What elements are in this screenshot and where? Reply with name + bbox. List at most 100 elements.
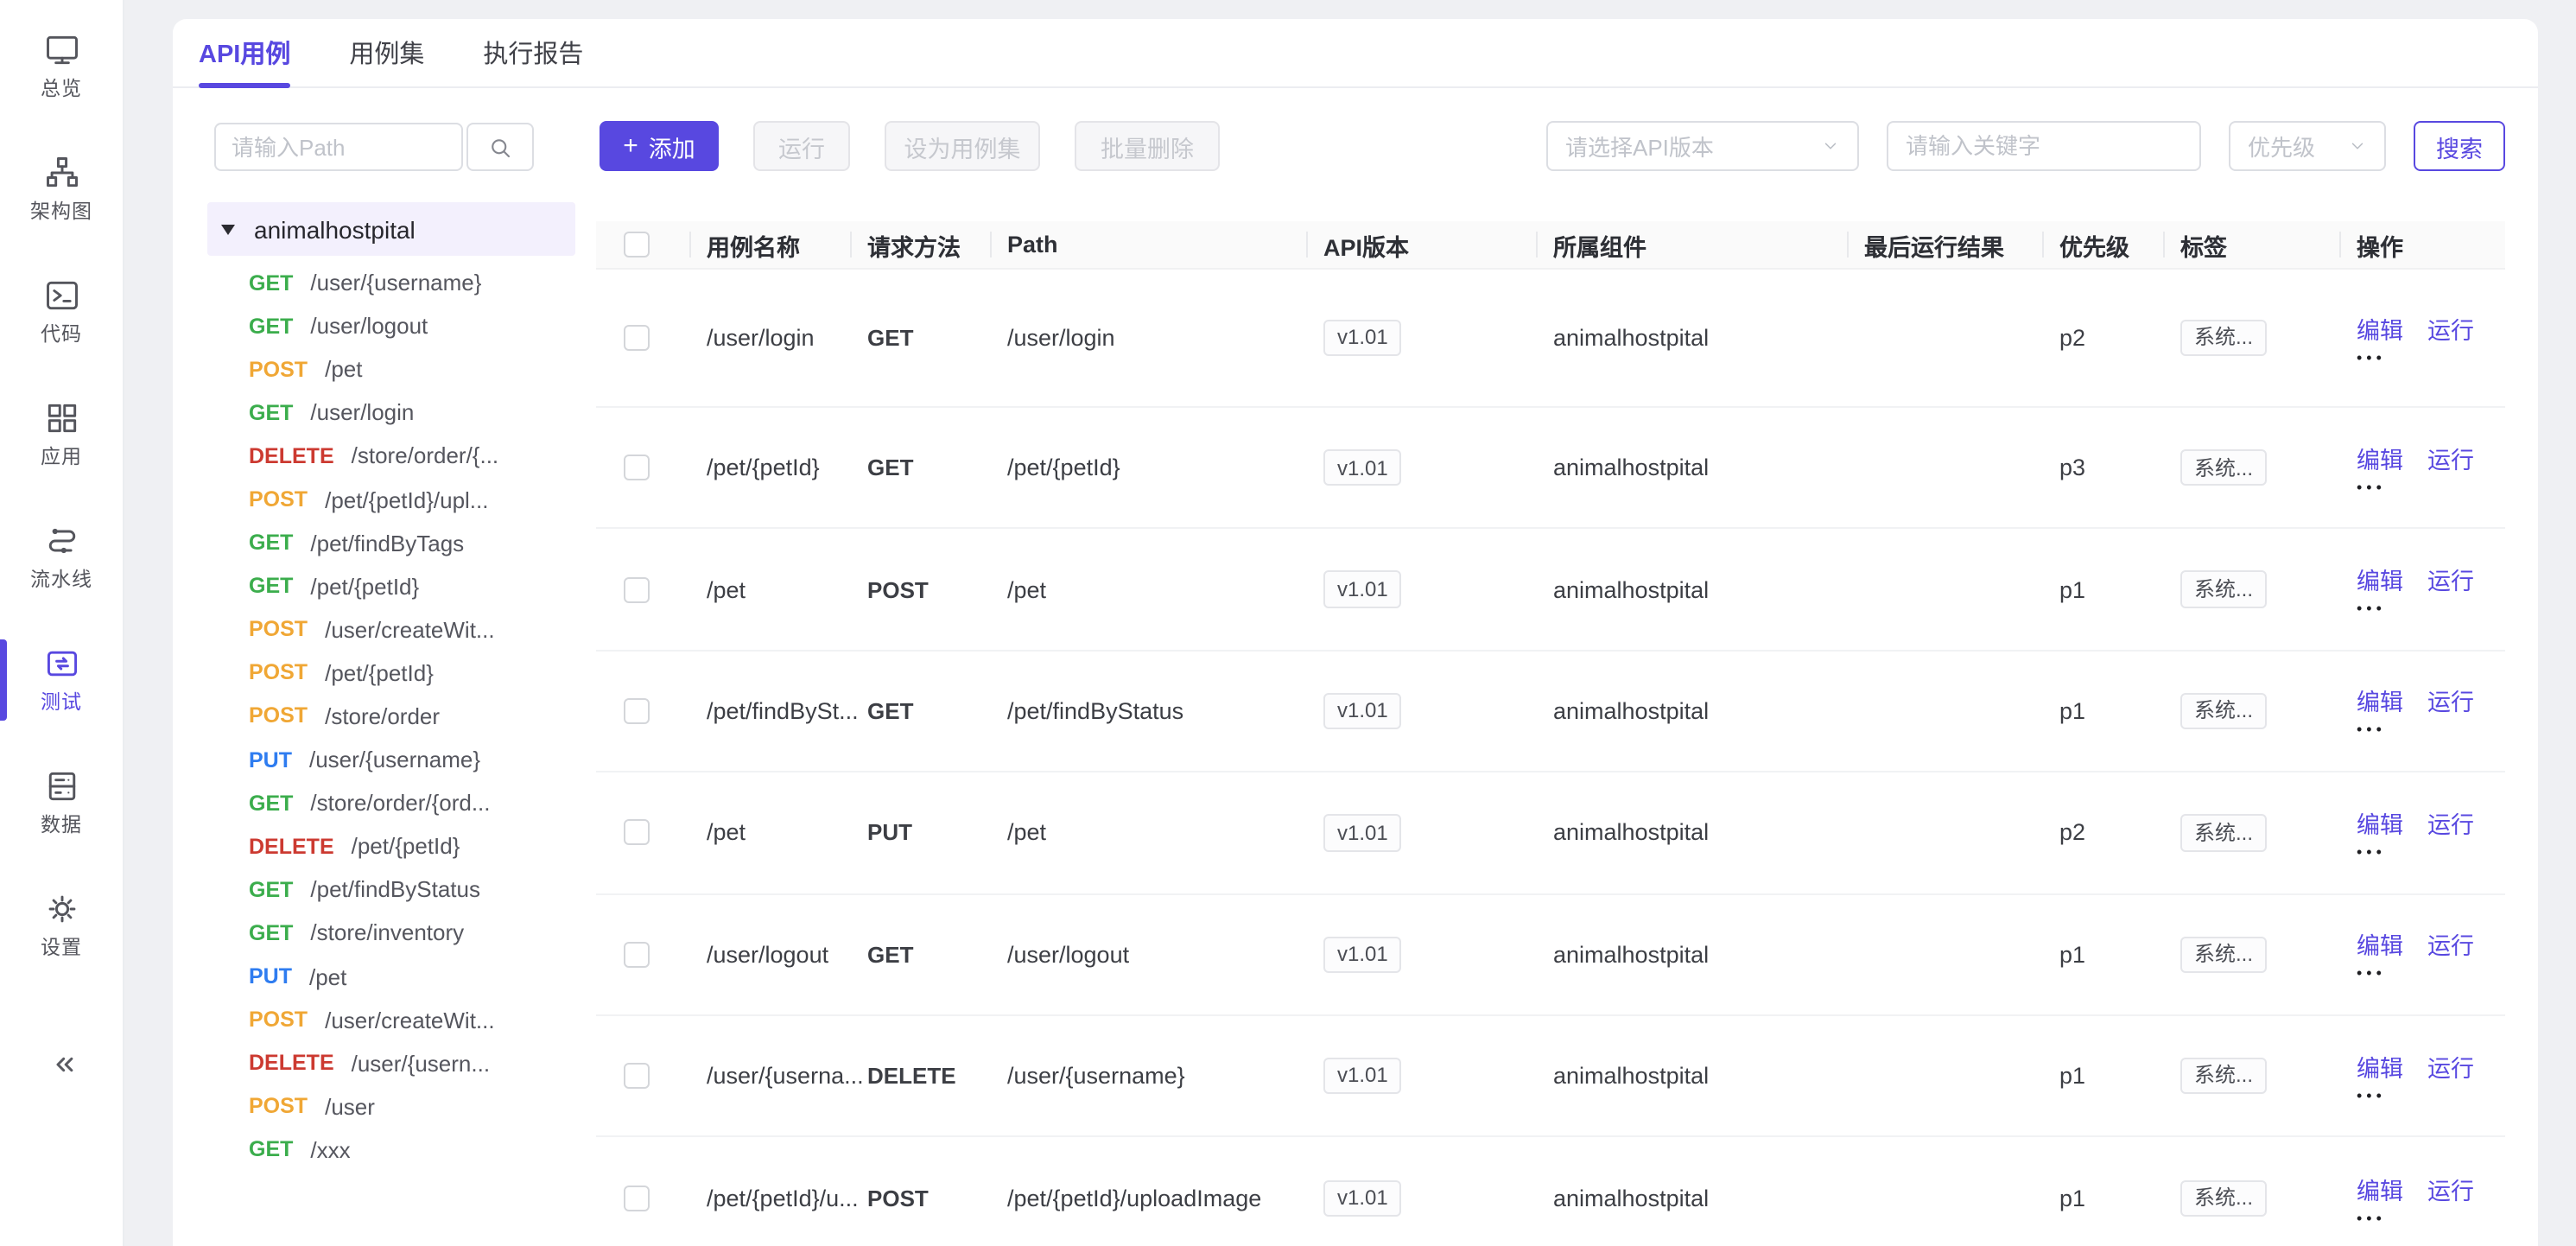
- run-link[interactable]: 运行: [2427, 927, 2474, 962]
- sidebar-endpoint-item[interactable]: POST /user/createWit...: [207, 998, 596, 1041]
- cell-component: animalhostpital: [1553, 1186, 1864, 1211]
- tag-badge[interactable]: 系统...: [2180, 1180, 2267, 1217]
- search-button[interactable]: 搜索: [2414, 121, 2505, 171]
- edit-link[interactable]: 编辑: [2357, 440, 2403, 474]
- path-search-button[interactable]: [466, 123, 534, 171]
- nav-item-pipeline[interactable]: 流水线: [0, 522, 123, 593]
- sidebar-endpoint-item[interactable]: POST /pet/{petId}: [207, 652, 596, 695]
- sidebar-endpoint-item[interactable]: GET /pet/{petId}: [207, 564, 596, 607]
- edit-link[interactable]: 编辑: [2357, 562, 2403, 596]
- more-actions-button[interactable]: •••: [2357, 1088, 2386, 1103]
- nav-item-test[interactable]: 测试: [0, 645, 123, 715]
- sidebar-endpoint-item[interactable]: DELETE /store/order/{...: [207, 435, 596, 478]
- sidebar-endpoint-item[interactable]: POST /pet: [207, 347, 596, 391]
- more-actions-button[interactable]: •••: [2357, 1211, 2386, 1226]
- sitemap-icon: [42, 154, 80, 192]
- run-link[interactable]: 运行: [2427, 683, 2474, 718]
- sidebar-endpoint-item[interactable]: GET /user/{username}: [207, 261, 596, 304]
- endpoint-method-label: GET: [249, 921, 293, 945]
- sidebar-endpoint-item[interactable]: GET /xxx: [207, 1128, 596, 1172]
- api-version-select[interactable]: 请选择API版本: [1546, 121, 1859, 171]
- api-version-badge: v1.01: [1323, 814, 1402, 851]
- more-actions-button[interactable]: •••: [2357, 480, 2386, 495]
- row-select-cell: [596, 408, 707, 528]
- more-actions-button[interactable]: •••: [2357, 601, 2386, 617]
- row-checkbox[interactable]: [624, 1186, 650, 1211]
- run-link[interactable]: 运行: [2427, 562, 2474, 596]
- tag-badge[interactable]: 系统...: [2180, 320, 2267, 357]
- monitor-icon: [42, 31, 80, 69]
- content-card: API用例 用例集 执行报告 animalhostpital GET /use: [173, 19, 2538, 1246]
- row-checkbox[interactable]: [624, 942, 650, 968]
- edit-link[interactable]: 编辑: [2357, 683, 2403, 718]
- row-checkbox[interactable]: [624, 820, 650, 846]
- sidebar-endpoint-item[interactable]: GET /pet/findByTags: [207, 521, 596, 564]
- edit-link[interactable]: 编辑: [2357, 805, 2403, 840]
- cell-api-version: v1.01: [1323, 693, 1553, 730]
- run-link[interactable]: 运行: [2427, 805, 2474, 840]
- endpoint-method-label: POST: [249, 487, 308, 512]
- edit-link[interactable]: 编辑: [2357, 1048, 2403, 1083]
- run-link[interactable]: 运行: [2427, 1048, 2474, 1083]
- sidebar-endpoint-item[interactable]: PUT /user/{username}: [207, 738, 596, 781]
- batch-delete-button[interactable]: 批量删除: [1075, 121, 1220, 171]
- priority-select[interactable]: 优先级: [2229, 121, 2386, 171]
- tag-badge[interactable]: 系统...: [2180, 814, 2267, 851]
- nav-label: 总览: [41, 74, 82, 102]
- keyword-input[interactable]: [1887, 121, 2201, 171]
- sidebar-endpoint-item[interactable]: POST /pet/{petId}/upl...: [207, 478, 596, 521]
- sidebar-endpoint-item[interactable]: GET /user/login: [207, 391, 596, 435]
- tab-execution-reports[interactable]: 执行报告: [483, 19, 583, 86]
- add-button[interactable]: + 添加: [600, 121, 719, 171]
- sidebar-endpoint-item[interactable]: PUT /pet: [207, 955, 596, 998]
- run-link[interactable]: 运行: [2427, 1171, 2474, 1205]
- nav-item-overview[interactable]: 总览: [0, 31, 123, 102]
- tag-badge[interactable]: 系统...: [2180, 1058, 2267, 1095]
- run-link[interactable]: 运行: [2427, 310, 2474, 345]
- row-checkbox[interactable]: [624, 325, 650, 351]
- more-actions-button[interactable]: •••: [2357, 845, 2386, 861]
- sidebar-endpoint-item[interactable]: GET /pet/findByStatus: [207, 868, 596, 912]
- edit-link[interactable]: 编辑: [2357, 310, 2403, 345]
- row-checkbox[interactable]: [624, 1063, 650, 1089]
- select-all-checkbox[interactable]: [624, 232, 650, 257]
- sidebar-endpoint-item[interactable]: DELETE /user/{usern...: [207, 1041, 596, 1084]
- sidebar-endpoint-item[interactable]: POST /user/createWit...: [207, 608, 596, 652]
- tab-case-sets[interactable]: 用例集: [349, 19, 424, 86]
- sidebar-endpoint-item[interactable]: POST /store/order: [207, 695, 596, 738]
- tag-badge[interactable]: 系统...: [2180, 449, 2267, 486]
- api-version-badge: v1.01: [1323, 571, 1402, 608]
- row-checkbox[interactable]: [624, 455, 650, 480]
- tab-api-cases[interactable]: API用例: [199, 19, 290, 86]
- nav-item-architecture[interactable]: 架构图: [0, 154, 123, 225]
- row-checkbox[interactable]: [624, 698, 650, 724]
- nav-item-data[interactable]: 数据: [0, 767, 123, 838]
- row-select-cell: [596, 772, 707, 893]
- nav-item-code[interactable]: 代码: [0, 277, 123, 347]
- edit-link[interactable]: 编辑: [2357, 1171, 2403, 1205]
- endpoint-path-label: /pet/findByTags: [310, 530, 464, 556]
- run-link[interactable]: 运行: [2427, 440, 2474, 474]
- sidebar-endpoint-item[interactable]: GET /store/inventory: [207, 912, 596, 955]
- collapse-sidebar-button[interactable]: [44, 1047, 79, 1090]
- sidebar-endpoint-item[interactable]: POST /user: [207, 1085, 596, 1128]
- tree-group-animalhostpital[interactable]: animalhostpital: [207, 202, 575, 256]
- set-case-set-button[interactable]: 设为用例集: [885, 121, 1040, 171]
- cell-priority: p2: [2059, 820, 2180, 846]
- more-actions-button[interactable]: •••: [2357, 350, 2386, 366]
- edit-link[interactable]: 编辑: [2357, 927, 2403, 962]
- path-search-input[interactable]: [214, 123, 463, 171]
- sidebar-endpoint-item[interactable]: GET /store/order/{ord...: [207, 781, 596, 824]
- run-button[interactable]: 运行: [753, 121, 850, 171]
- more-actions-button[interactable]: •••: [2357, 967, 2386, 982]
- sidebar-endpoint-item[interactable]: DELETE /pet/{petId}: [207, 824, 596, 868]
- tag-badge[interactable]: 系统...: [2180, 571, 2267, 608]
- sidebar-endpoint-item[interactable]: GET /user/logout: [207, 304, 596, 347]
- tag-badge[interactable]: 系统...: [2180, 936, 2267, 973]
- nav-item-settings[interactable]: 设置: [0, 890, 123, 961]
- tag-badge[interactable]: 系统...: [2180, 693, 2267, 730]
- more-actions-button[interactable]: •••: [2357, 723, 2386, 739]
- priority-placeholder: 优先级: [2248, 130, 2315, 162]
- nav-item-apps[interactable]: 应用: [0, 399, 123, 470]
- row-checkbox[interactable]: [624, 576, 650, 602]
